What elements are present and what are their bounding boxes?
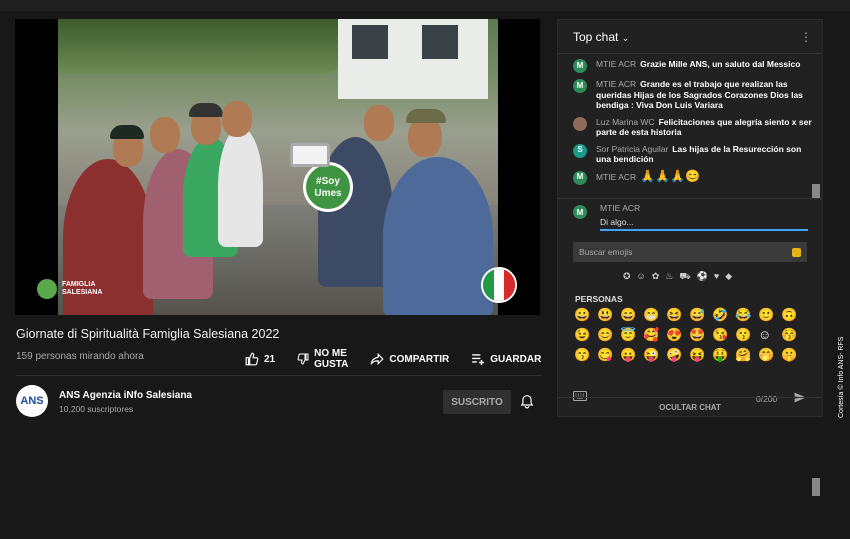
tree-logo-icon [37, 279, 57, 299]
emoji-button[interactable]: 😇 [620, 327, 643, 343]
emoji-button[interactable]: 😅 [689, 307, 712, 323]
emoji-button[interactable]: 😁 [643, 307, 666, 323]
emoji-button[interactable]: ☺ [758, 327, 781, 343]
chat-composer: M MTIE ACR Di algo... Buscar emojis ✪ ☺ … [558, 198, 822, 496]
emoji-button[interactable]: 😜 [643, 347, 666, 363]
emoji-button[interactable]: 😙 [574, 347, 597, 363]
avatar [573, 116, 587, 131]
emoji-button[interactable]: 😃 [597, 307, 620, 323]
emoji-button[interactable]: 😄 [620, 307, 643, 323]
emoji-button[interactable]: 🙃 [781, 307, 804, 323]
thumbs-down-icon [297, 353, 309, 365]
thumbs-up-icon [245, 352, 259, 366]
emoji-button[interactable]: 😛 [620, 347, 643, 363]
channel-name[interactable]: ANS Agenzia iNfo Salesiana [59, 390, 192, 401]
famiglia-salesiana-watermark: FAMIGLIA SALESIANA [37, 279, 102, 299]
more-options-icon[interactable]: ⋮ [800, 30, 812, 44]
emoji-category-tab-icon[interactable]: ☺ [637, 271, 646, 283]
add-to-playlist-icon [472, 354, 485, 365]
emoji-button[interactable]: 🤗 [735, 347, 758, 363]
emoji-button[interactable]: 🙂 [758, 307, 781, 323]
avatar: M [573, 59, 587, 73]
emoji-button[interactable]: 😗 [735, 327, 758, 343]
emoji-button[interactable]: 🤩 [689, 327, 712, 343]
emoji-button[interactable]: 😋 [597, 347, 620, 363]
share-icon [370, 352, 385, 366]
emoji-category-tab-icon[interactable]: ♨ [665, 271, 673, 283]
emoji-button[interactable]: 😘 [712, 327, 735, 343]
emoji-button[interactable]: 😆 [666, 307, 689, 323]
hide-chat-button[interactable]: OCULTAR CHAT [558, 397, 822, 417]
emoji-scrollbar[interactable] [811, 474, 821, 539]
emoji-button[interactable]: 😍 [666, 327, 689, 343]
italy-flag-icon [481, 267, 517, 303]
emoji-category-tab-icon[interactable]: ✪ [623, 271, 631, 283]
emoji-button[interactable]: 🤫 [781, 347, 804, 363]
subscribe-button[interactable]: SUSCRITO [443, 390, 511, 414]
like-count: 21 [264, 353, 276, 365]
tv-sign [290, 143, 330, 167]
channel-avatar[interactable]: ANS [16, 385, 48, 417]
top-chat-dropdown[interactable]: Top chat ⌄ [573, 30, 629, 44]
chat-header: Top chat ⌄ ⋮ [558, 20, 822, 54]
like-button[interactable]: 21 [245, 352, 275, 366]
emoji-category-tab-icon[interactable]: ♥ [714, 271, 719, 283]
chat-message: M MTIE ACR Grazie Mille ANS, un saluto da… [558, 56, 813, 76]
video-title: Giornate di Spiritualità Famiglia Salesi… [16, 327, 280, 341]
avatar: M [573, 170, 587, 185]
chat-message: S Sor Patricia Aguilar Las hijas de la Re… [558, 141, 813, 168]
emoji-button[interactable]: 😝 [689, 347, 712, 363]
emoji-category-tab-icon[interactable]: ⛟ [679, 271, 690, 283]
share-button[interactable]: COMPARTIR [370, 352, 449, 366]
dislike-button[interactable]: NO ME GUSTA [297, 348, 348, 370]
emoji-button[interactable]: 🤑 [712, 347, 735, 363]
live-viewers: 159 personas mirando ahora [16, 351, 144, 362]
save-button[interactable]: GUARDAR [471, 352, 541, 366]
emoji-search-input[interactable]: Buscar emojis [573, 242, 807, 262]
emoji-category-tab-icon[interactable]: ⚽ [697, 271, 708, 283]
video-frame: #Soy Umes [58, 19, 498, 315]
building [338, 19, 488, 99]
emoji-category-tab-icon[interactable]: ◆ [725, 271, 732, 283]
avatar: M [573, 79, 587, 93]
live-chat-panel: Top chat ⌄ ⋮ M MTIE ACR Grazie Mille ANS,… [557, 19, 823, 496]
emoji-button[interactable]: 😉 [574, 327, 597, 343]
chevron-down-icon: ⌄ [621, 32, 630, 43]
emoji-button[interactable]: 😀 [574, 307, 597, 323]
avatar: S [573, 143, 587, 158]
emoji-button[interactable]: 😚 [781, 327, 804, 343]
chat-scrollbar[interactable] [811, 56, 821, 208]
avatar: M [573, 205, 587, 219]
emoji-grid: 😀 😃 😄 😁 😆 😅 🤣 😂 🙂 🙃 😉 😊 😇 🥰 😍 🤩 😘 😗 ☺ 😚 😙 😋 😛 😜 🤪 😝 🤑 🤗 🤭 🤫 [574, 307, 804, 363]
emoji-button[interactable]: 😂 [735, 307, 758, 323]
emoji-button[interactable]: 😊 [597, 327, 620, 343]
emoji-categories: ✪ ☺ ✿ ♨ ⛟ ⚽ ♥ ◆ [623, 271, 732, 283]
chat-input[interactable]: Di algo... [600, 217, 808, 231]
composer-author: MTIE ACR [600, 203, 641, 213]
emoji-button[interactable]: 🤭 [758, 347, 781, 363]
emoji-category-label: PERSONAS [575, 294, 623, 304]
emoji-button[interactable]: 🤣 [712, 307, 735, 323]
chat-message: M MTIE ACR Grande es el trabajo que reali… [558, 76, 813, 114]
chat-message: M MTIE ACR 🙏🙏🙏😊 [558, 168, 813, 188]
emoji-button[interactable]: 🤪 [666, 347, 689, 363]
notification-bell-icon[interactable] [520, 394, 534, 414]
chat-messages: M MTIE ACR Grazie Mille ANS, un saluto da… [558, 56, 813, 196]
emoji-category-tab-icon[interactable]: ✿ [652, 271, 660, 283]
video-player[interactable]: #Soy Umes FAMIGLIA SALESIANA [15, 19, 540, 315]
emoji-button[interactable]: 🥰 [643, 327, 666, 343]
soy-umes-sign: #Soy Umes [303, 162, 353, 212]
emoji-skin-tone-icon[interactable] [792, 248, 801, 257]
chat-message: Luz Marina WC Felicitaciones que alegría … [558, 114, 813, 141]
credit-text: Cortesía © Info ANS- RFS [838, 336, 845, 418]
subscriber-count: 10,200 suscriptores [59, 404, 134, 414]
top-bar [0, 0, 850, 11]
video-actions: 21 NO ME GUSTA COMPARTIR GUARDAR [245, 348, 575, 370]
